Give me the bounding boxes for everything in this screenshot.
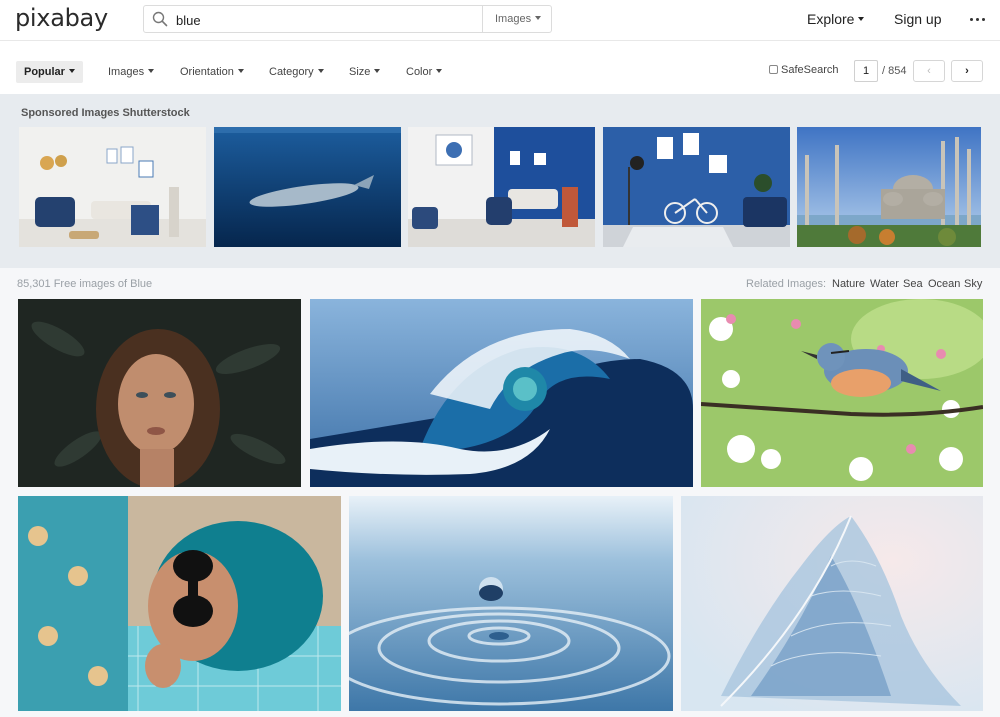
next-page-button[interactable]: › (951, 60, 983, 82)
search-bar: Images (143, 5, 552, 33)
results-header: 85,301 Free images of Blue Related Image… (0, 268, 1000, 298)
search-type-dropdown[interactable]: Images (482, 6, 551, 32)
image-grid (0, 298, 1000, 717)
filter-images-label: Images (108, 66, 145, 78)
related-link-ocean[interactable]: Ocean (928, 278, 960, 290)
filter-popular[interactable]: Popular (16, 61, 83, 83)
safesearch-checkbox[interactable] (769, 65, 778, 74)
chevron-down-icon (237, 69, 244, 74)
filter-color-label: Color (406, 66, 433, 78)
filter-bar: Popular Images Orientation Category Size… (0, 42, 1000, 94)
image-blue-hair-woman[interactable] (18, 496, 341, 711)
sponsored-section: Sponsored Images Shutterstock (0, 94, 1000, 268)
sponsored-image-5[interactable] (797, 127, 981, 247)
filter-color[interactable]: Color (406, 61, 443, 83)
page-number-input[interactable]: 1 (854, 60, 878, 82)
related-link-nature[interactable]: Nature (832, 278, 865, 290)
filter-orientation[interactable]: Orientation (180, 61, 244, 83)
sponsored-image-2[interactable] (214, 127, 401, 247)
image-bird-blossom[interactable] (701, 299, 983, 487)
chevron-down-icon (858, 17, 865, 22)
chevron-down-icon (317, 69, 324, 74)
image-water-drop[interactable] (349, 496, 673, 711)
chevron-down-icon (68, 69, 75, 74)
search-input[interactable] (176, 10, 476, 30)
image-feather[interactable] (681, 496, 983, 711)
explore-label: Explore (807, 11, 855, 27)
filter-orientation-label: Orientation (180, 66, 234, 78)
related-images-label: Related Images: (746, 278, 827, 290)
sponsored-image-1[interactable] (19, 127, 206, 247)
related-link-sea[interactable]: Sea (903, 278, 923, 290)
search-icon[interactable] (152, 11, 168, 27)
results-count: 85,301 Free images of Blue (17, 278, 153, 290)
pixabay-logo[interactable]: pixabay (15, 4, 108, 32)
filter-category[interactable]: Category (269, 61, 324, 83)
chevron-down-icon (535, 16, 542, 21)
more-dots-icon[interactable] (969, 12, 987, 26)
related-link-sky[interactable]: Sky (964, 278, 982, 290)
chevron-down-icon (374, 69, 381, 74)
filter-popular-label: Popular (24, 66, 65, 78)
filter-images[interactable]: Images (108, 61, 155, 83)
sponsored-image-3[interactable] (408, 127, 595, 247)
filter-category-label: Category (269, 66, 314, 78)
filter-size[interactable]: Size (349, 61, 381, 83)
sponsored-image-4[interactable] (603, 127, 790, 247)
top-header: pixabay Images Explore Sign up (0, 0, 1000, 41)
related-link-water[interactable]: Water (870, 278, 899, 290)
prev-page-button[interactable]: ‹ (913, 60, 945, 82)
image-woman-portrait[interactable] (18, 299, 301, 487)
chevron-down-icon (436, 69, 443, 74)
safesearch-label: SafeSearch (781, 64, 839, 76)
signup-link[interactable]: Sign up (894, 11, 941, 27)
chevron-down-icon (148, 69, 155, 74)
explore-menu[interactable]: Explore (807, 11, 865, 27)
sponsored-title: Sponsored Images Shutterstock (21, 107, 190, 119)
filter-size-label: Size (349, 66, 371, 78)
page-total: / 854 (882, 65, 907, 77)
safesearch-toggle[interactable]: SafeSearch (769, 64, 838, 76)
image-ocean-wave[interactable] (310, 299, 693, 487)
search-type-label: Images (495, 13, 532, 25)
